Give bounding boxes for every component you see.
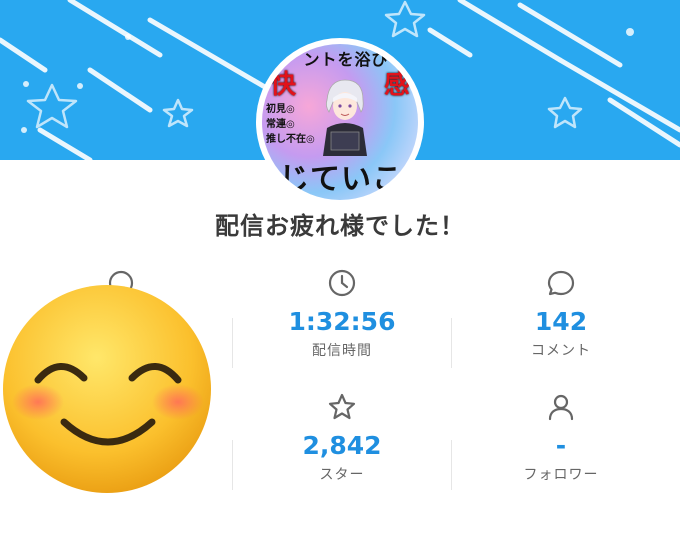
avatar-caption-bottom: じていこ <box>279 162 403 197</box>
character-illustration <box>323 79 367 156</box>
streamer-avatar[interactable]: ントを浴び 快 感 初見◎ 常連◎ 推し不在◎ じていこ <box>256 38 424 206</box>
avatar-red-left: 快 <box>270 70 297 100</box>
stat-label: フォロワー <box>523 467 599 483</box>
avatar-side-text: 初見◎ 常連◎ 推し不在◎ <box>266 102 315 147</box>
stat-value: 1:32:56 <box>288 307 396 336</box>
avatar-side-line: 常連◎ <box>266 119 295 130</box>
page-title: 配信お疲れ様でした！ <box>215 212 465 240</box>
smiling-face-emoji <box>3 285 211 493</box>
stat-value: 2,842 <box>302 431 382 460</box>
stat-label: コメント <box>531 343 591 359</box>
star-icon <box>328 393 356 420</box>
avatar-image: ントを浴び 快 感 初見◎ 常連◎ 推し不在◎ じていこ <box>262 44 418 200</box>
stat-duration: 1:32:56 配信時間 <box>232 268 452 360</box>
avatar-side-line: 推し不在◎ <box>266 134 315 145</box>
stat-comments: 142 コメント <box>451 268 671 360</box>
stat-label: 配信時間 <box>312 343 372 359</box>
avatar-red-right: 感 <box>383 70 410 100</box>
comment-icon <box>547 270 575 296</box>
stat-label: スター <box>319 467 365 483</box>
avatar-side-line: 初見◎ <box>266 104 295 115</box>
clock-icon <box>328 269 356 297</box>
stat-stars: 2,842 スター <box>232 392 452 484</box>
user-icon <box>548 394 574 421</box>
stat-value: - <box>555 431 567 460</box>
stat-value: 142 <box>534 307 588 336</box>
stat-followers: - フォロワー <box>451 392 671 484</box>
